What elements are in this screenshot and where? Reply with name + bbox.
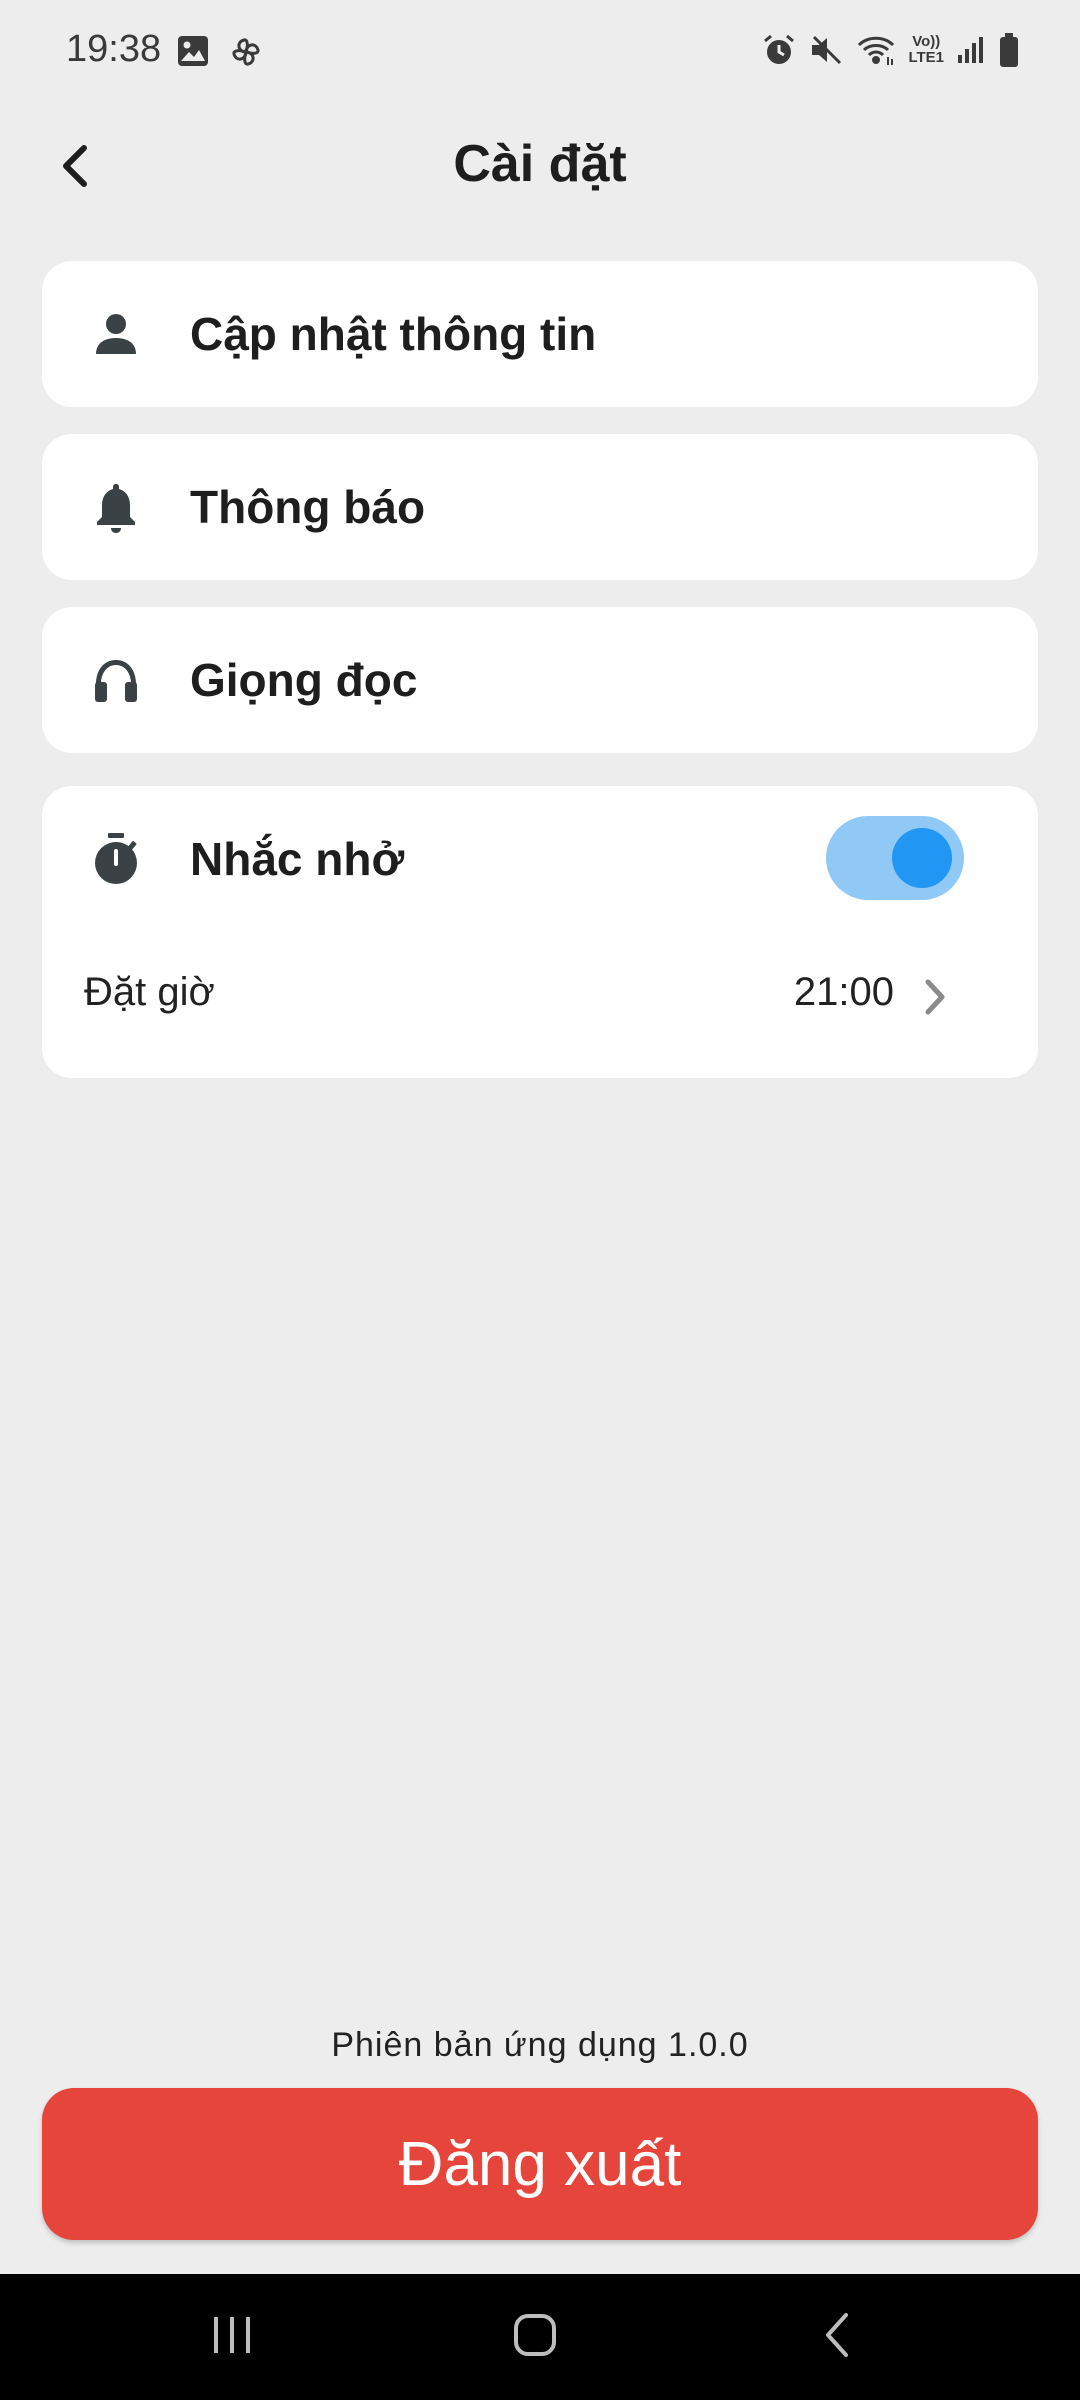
app-version-text: Phiên bản ứng dụng 1.0.0	[331, 2026, 749, 2064]
reminder-toggle[interactable]	[826, 816, 964, 900]
signal-icon	[956, 35, 986, 65]
system-nav-bar	[0, 2274, 1080, 2400]
timer-icon	[86, 829, 146, 889]
reminder-card: Nhắc nhở Đặt giờ 21:00	[42, 786, 1038, 1078]
menu-item-voice[interactable]: Giọng đọc	[42, 607, 1038, 753]
status-bar: 19:38 Vo)) LTE1	[0, 0, 1080, 100]
reminder-label: Nhắc nhở	[190, 833, 405, 885]
set-time-value: 21:00	[793, 970, 894, 1014]
menu-item-notifications[interactable]: Thông báo	[42, 434, 1038, 580]
back-nav-icon	[822, 2311, 854, 2364]
volte-bottom-label: LTE1	[908, 49, 944, 66]
app-bar: Cài đặt	[0, 110, 1080, 222]
menu-item-label: Thông báo	[190, 481, 426, 533]
volte-icon: Vo)) LTE1	[908, 34, 944, 66]
logout-button[interactable]: Đăng xuất	[42, 2088, 1038, 2240]
back-nav-button[interactable]	[798, 2304, 878, 2370]
headphones-icon	[86, 650, 146, 710]
battery-icon	[998, 32, 1020, 68]
mute-icon	[808, 33, 844, 67]
set-time-label: Đặt giờ	[84, 970, 215, 1014]
status-right-icons: Vo)) LTE1	[762, 32, 1020, 68]
set-time-row[interactable]: Đặt giờ 21:00	[42, 932, 1038, 1062]
recent-apps-button[interactable]	[192, 2304, 272, 2370]
status-left-icons	[176, 34, 264, 70]
chevron-right-icon	[916, 972, 956, 1022]
menu-item-label: Giọng đọc	[190, 654, 418, 706]
person-icon	[86, 304, 146, 364]
alarm-icon	[762, 33, 796, 67]
page-title: Cài đặt	[453, 135, 627, 193]
menu-item-label: Cập nhật thông tin	[190, 308, 597, 360]
image-icon	[176, 34, 210, 70]
toggle-knob	[892, 828, 952, 888]
wifi-icon	[856, 33, 896, 67]
menu-item-update-info[interactable]: Cập nhật thông tin	[42, 261, 1038, 407]
status-time: 19:38	[66, 28, 162, 70]
bell-icon	[86, 477, 146, 537]
home-button[interactable]	[495, 2304, 575, 2370]
volte-top-label: Vo))	[912, 33, 941, 50]
reminder-row: Nhắc nhở	[42, 786, 1038, 932]
home-icon	[513, 2313, 557, 2362]
recent-apps-icon	[210, 2315, 254, 2360]
pinwheel-icon	[228, 34, 264, 70]
